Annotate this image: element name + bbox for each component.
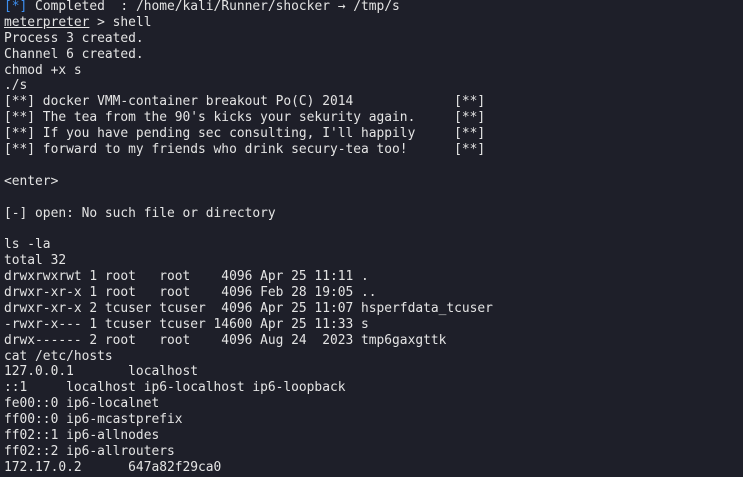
status-line: [*] Completed : /home/kali/Runner/shocke…: [4, 0, 743, 15]
hosts-row-allrouters: ff02::2 ip6-allrouters: [4, 443, 175, 459]
banner-line-1: [**] docker VMM-container breakout Po(C)…: [4, 94, 486, 110]
banner-line-4: [**] forward to my friends who drink sec…: [4, 142, 486, 158]
command-run-exploit: ./s: [4, 78, 28, 94]
output-line-channel-created: Channel 6 created.: [4, 46, 144, 62]
output-line-process-created: Process 3 created.: [4, 30, 144, 46]
command-ls: ls -la: [4, 237, 51, 253]
ls-row-tmp-dir: drwx------ 2 root root 4096 Aug 24 2023 …: [4, 332, 447, 348]
meterpreter-prompt-line: meterpreter > shell: [4, 15, 743, 31]
error-line: [-] open: No such file or directory: [4, 205, 276, 221]
hosts-row-mcastprefix: ff00::0 ip6-mcastprefix: [4, 412, 183, 428]
hosts-row-localhost: 127.0.0.1 localhost: [4, 364, 199, 380]
status-marker: [*]: [4, 0, 28, 14]
shell-command: > shell: [89, 14, 152, 30]
ls-total: total 32: [4, 253, 67, 269]
banner-line-2: [**] The tea from the 90's kicks your se…: [4, 110, 486, 126]
ls-row-hsperfdata: drwxr-xr-x 2 tcuser tcuser 4096 Apr 25 1…: [4, 300, 493, 316]
hosts-row-allnodes: ff02::1 ip6-allnodes: [4, 428, 160, 444]
command-chmod: chmod +x s: [4, 62, 82, 78]
banner-line-3: [**] If you have pending sec consulting,…: [4, 126, 486, 142]
status-text: Completed : /home/kali/Runner/shocker → …: [27, 0, 400, 14]
hosts-row-container: 172.17.0.2 647a82f29ca0: [4, 459, 222, 475]
terminal-window[interactable]: [*] Completed : /home/kali/Runner/shocke…: [0, 0, 743, 477]
enter-prompt: <enter>: [4, 173, 59, 189]
ls-row-s-binary: -rwxr-x--- 1 tcuser tcuser 14600 Apr 25 …: [4, 316, 369, 332]
hosts-row-localnet: fe00::0 ip6-localnet: [4, 396, 160, 412]
meterpreter-prompt: meterpreter: [4, 14, 90, 30]
command-cat-hosts: cat /etc/hosts: [4, 348, 113, 364]
ls-row-current-dir: drwxrwxrwt 1 root root 4096 Apr 25 11:11…: [4, 269, 369, 285]
hosts-row-ipv6-localhost: ::1 localhost ip6-localhost ip6-loopback: [4, 380, 346, 396]
ls-row-parent-dir: drwxr-xr-x 1 root root 4096 Feb 28 19:05…: [4, 285, 377, 301]
